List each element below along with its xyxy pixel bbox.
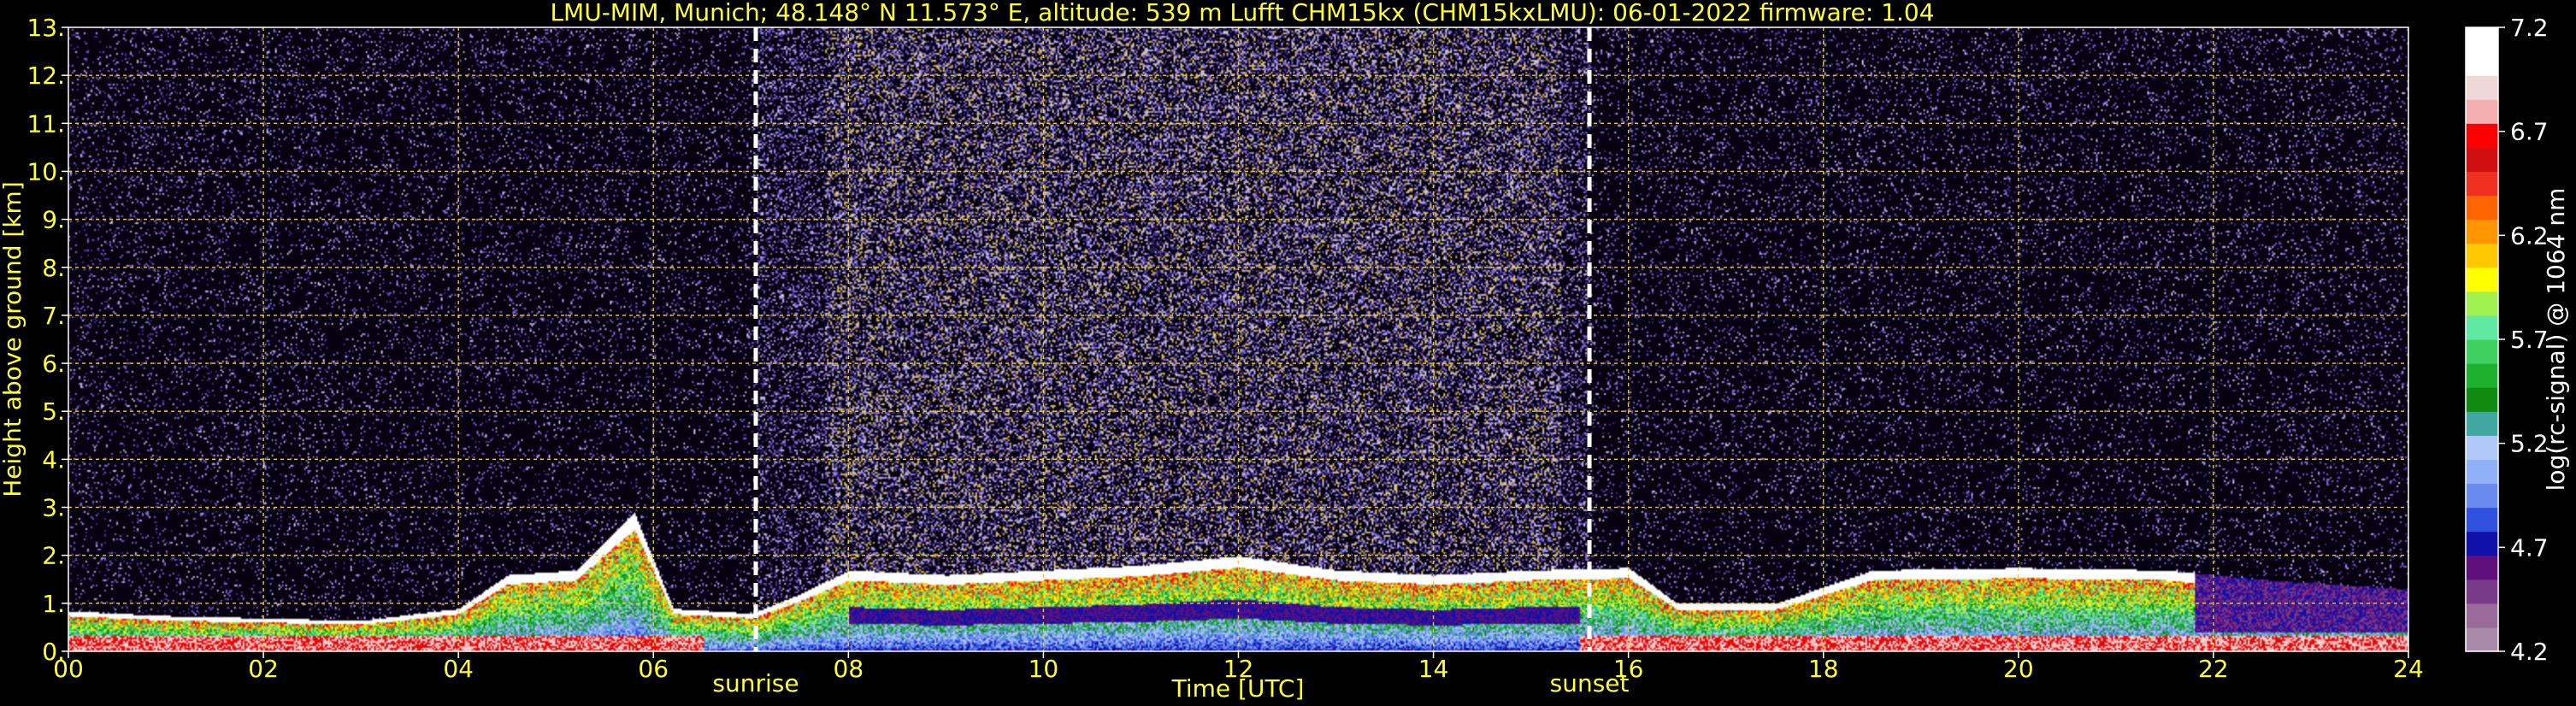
colorbar-segment: [2466, 555, 2498, 580]
x-tick-label: 18: [1808, 655, 1839, 683]
colorbar-segment: [2466, 627, 2498, 652]
y-tick-label: 1.: [42, 590, 65, 618]
colorbar-segment: [2466, 387, 2498, 412]
colorbar-segment: [2466, 507, 2498, 532]
colorbar-segments: [2466, 27, 2498, 652]
x-tick-label: 22: [2198, 655, 2229, 683]
y-tick-label: 5.: [42, 397, 65, 426]
colorbar-segment: [2466, 27, 2498, 52]
heatmap-image: [68, 27, 2408, 651]
colorbar-segment: [2466, 579, 2498, 604]
chart-title: LMU-MIM, Munich; 48.148° N 11.573° E, al…: [550, 0, 1934, 26]
colorbar-segment: [2466, 603, 2498, 628]
colorbar-segment: [2466, 267, 2498, 292]
colorbar-segment: [2466, 435, 2498, 460]
ceilometer-chart: LMU-MIM, Munich; 48.148° N 11.573° E, al…: [0, 0, 2570, 703]
colorbar-label: log(rc-signal) @ 1064 nm: [2542, 188, 2570, 491]
y-axis-label: Height above ground [km]: [0, 181, 27, 497]
colorbar-segment: [2466, 339, 2498, 364]
x-tick-label: 10: [1029, 655, 1059, 683]
colorbar-segment: [2466, 243, 2498, 268]
colorbar-ticks: 4.24.75.25.76.26.77.2: [2498, 14, 2549, 666]
x-tick-label: 04: [443, 655, 474, 683]
y-tick-label: 2.: [42, 542, 65, 570]
y-axis-ticks: 0. 1. 2. 3. 4. 5. 6. 7. 8. 9. 10. 11. 12. 13.: [27, 14, 68, 666]
colorbar-segment: [2466, 123, 2498, 148]
colorbar-segment: [2466, 51, 2498, 76]
colorbar-segment: [2466, 219, 2498, 244]
y-tick-label: 13.: [27, 14, 65, 42]
y-tick-label: 3.: [42, 494, 65, 522]
colorbar: 4.24.75.25.76.26.77.2 log(rc-signal) @ 1…: [2465, 14, 2570, 666]
y-tick-label: 11.: [27, 109, 65, 138]
plot-area: [68, 26, 2409, 652]
colorbar-tick-label: 7.2: [2510, 14, 2549, 42]
y-tick-label: 7.: [42, 302, 65, 330]
y-tick-label: 0.: [42, 638, 65, 666]
x-tick-label: 02: [248, 655, 279, 683]
y-tick-label: 9.: [42, 206, 65, 234]
colorbar-segment: [2466, 171, 2498, 197]
colorbar-segment: [2466, 315, 2498, 340]
y-tick-label: 12.: [27, 62, 65, 90]
y-tick-label: 10.: [27, 157, 65, 185]
colorbar-segment: [2466, 99, 2498, 124]
colorbar-segment: [2466, 195, 2498, 221]
x-tick-label: 14: [1418, 655, 1449, 683]
x-tick-label: 20: [2003, 655, 2034, 683]
colorbar-segment: [2466, 411, 2498, 436]
colorbar-tick-label: 4.7: [2510, 533, 2549, 562]
colorbar-tick-label: 6.7: [2510, 118, 2549, 146]
y-tick-label: 6.: [42, 350, 65, 378]
x-tick-label: 24: [2393, 655, 2424, 683]
colorbar-segment: [2466, 531, 2498, 556]
event-label-sunrise: sunrise: [712, 669, 799, 697]
x-tick-label: 06: [638, 655, 669, 683]
colorbar-segment: [2466, 459, 2498, 485]
x-axis-label: Time [UTC]: [1171, 674, 1305, 703]
colorbar-segment: [2466, 147, 2498, 173]
colorbar-segment: [2466, 75, 2498, 100]
colorbar-segment: [2466, 483, 2498, 509]
x-tick-label: 08: [834, 655, 864, 683]
y-tick-label: 8.: [42, 254, 65, 282]
colorbar-tick-label: 4.2: [2510, 638, 2549, 666]
event-label-sunset: sunset: [1550, 669, 1630, 697]
colorbar-segment: [2466, 291, 2498, 316]
y-tick-label: 4.: [42, 445, 65, 474]
colorbar-segment: [2466, 363, 2498, 388]
